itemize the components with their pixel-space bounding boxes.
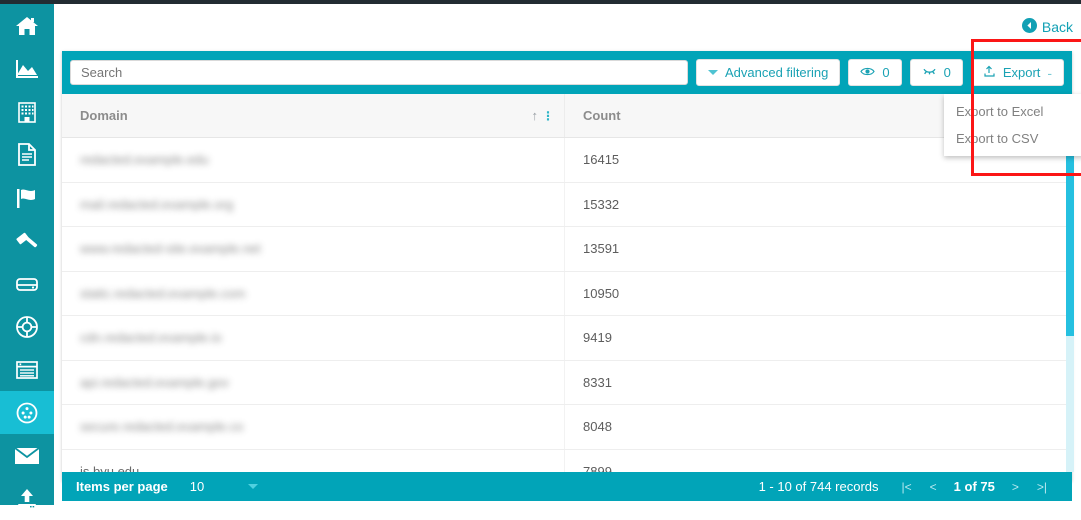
eye-slash-icon — [922, 65, 937, 80]
sidebar-item-home[interactable] — [0, 4, 54, 47]
sidebar-item-building[interactable] — [0, 90, 54, 133]
lifebuoy-icon — [15, 315, 39, 339]
sidebar-item-analytics[interactable] — [0, 47, 54, 90]
sidebar-item-storage[interactable] — [0, 262, 54, 305]
sidebar-item-support[interactable] — [0, 305, 54, 348]
column-domain-controls[interactable]: ↑ ⋮ — [532, 108, 555, 123]
visible-columns-button[interactable]: 0 — [848, 59, 902, 86]
table-row[interactable]: secure.redacted.example.co 8048 — [62, 405, 1072, 450]
search-input[interactable] — [70, 60, 688, 85]
table-row[interactable]: api.redacted.example.gov 8331 — [62, 360, 1072, 405]
upload-icon — [15, 488, 39, 510]
table-body: redacted.example.edu 16415 mail.redacted… — [62, 138, 1072, 481]
hard-drive-icon — [15, 275, 39, 293]
domain-value: static.redacted.example.com — [80, 285, 246, 301]
next-page-button[interactable]: > — [1012, 480, 1019, 494]
cell-count: 10950 — [583, 285, 620, 301]
column-header-count-label: Count — [583, 108, 621, 123]
envelope-icon — [14, 446, 40, 466]
domain-value: mail.redacted.example.org — [80, 196, 234, 212]
main-content: Back Advanced filtering 0 — [54, 4, 1081, 505]
sidebar-item-mail[interactable] — [0, 434, 54, 477]
export-to-excel-item[interactable]: Export to Excel — [944, 98, 1081, 125]
advanced-filtering-label: Advanced filtering — [725, 65, 829, 80]
cell-domain: static.redacted.example.com — [62, 271, 565, 315]
table-row[interactable]: cdn.redacted.example.io 9419 — [62, 316, 1072, 361]
column-menu-icon[interactable]: ⋮ — [542, 109, 554, 123]
sort-asc-arrow-icon[interactable]: ↑ — [532, 108, 539, 123]
cell-count: 8048 — [583, 419, 612, 435]
cell-domain: redacted.example.edu — [62, 138, 565, 182]
cell-domain: www.redacted-site.example.net — [62, 227, 565, 271]
list-panel-icon — [15, 360, 39, 380]
caret-down-icon — [708, 70, 718, 75]
domain-value: cdn.redacted.example.io — [80, 330, 222, 346]
column-header-domain-label: Domain — [80, 108, 128, 123]
items-per-page-label: Items per page — [76, 479, 168, 494]
domain-value: secure.redacted.example.co — [80, 419, 244, 435]
hidden-columns-button[interactable]: 0 — [909, 59, 963, 86]
cell-count: 15332 — [583, 196, 620, 212]
export-to-csv-item[interactable]: Export to CSV — [944, 125, 1081, 152]
export-label: Export — [1002, 65, 1041, 80]
domain-value: api.redacted.example.gov — [80, 374, 229, 390]
cell-count: 9419 — [583, 330, 612, 346]
sidebar-item-documents[interactable] — [0, 133, 54, 176]
sidebar-item-upload[interactable] — [0, 477, 54, 520]
cell-domain: secure.redacted.example.co — [62, 405, 565, 449]
eye-icon — [860, 65, 876, 80]
data-grid-card: Advanced filtering 0 — [62, 51, 1081, 481]
flag-icon — [15, 187, 39, 209]
table-row[interactable]: www.redacted-site.example.net 13591 — [62, 227, 1072, 272]
grid-footer: Items per page 10 1 - 10 of 744 records … — [62, 472, 1072, 501]
visible-columns-count: 0 — [882, 65, 890, 80]
export-dropdown-menu[interactable]: Export to Excel Export to CSV — [944, 94, 1081, 156]
sidebar-item-enforcement[interactable] — [0, 219, 54, 262]
prev-page-button[interactable]: < — [930, 480, 937, 494]
back-link[interactable]: Back — [1021, 18, 1073, 36]
caret-down-icon[interactable] — [248, 484, 259, 489]
advanced-filtering-button[interactable]: Advanced filtering — [696, 59, 841, 86]
table-row[interactable]: redacted.example.edu 16415 — [62, 138, 1072, 183]
hidden-columns-count: 0 — [943, 65, 951, 80]
first-page-button[interactable]: |< — [902, 480, 912, 494]
chart-area-icon — [15, 58, 39, 80]
export-icon — [983, 65, 996, 81]
export-button[interactable]: Export - — [970, 59, 1065, 86]
sidebar-item-flags[interactable] — [0, 176, 54, 219]
cell-count: 13591 — [583, 241, 620, 257]
table-row[interactable]: static.redacted.example.com 10950 — [62, 271, 1072, 316]
gavel-icon — [15, 230, 39, 252]
page-indicator: 1 of 75 — [953, 479, 995, 494]
cell-domain: mail.redacted.example.org — [62, 182, 565, 226]
records-summary: 1 - 10 of 744 records — [758, 479, 879, 494]
caret-down-icon: - — [1047, 64, 1053, 81]
sidebar-item-domains[interactable] — [0, 391, 54, 434]
cell-domain: cdn.redacted.example.io — [62, 316, 565, 360]
sidebar-icon-rail — [0, 4, 54, 508]
pager: 1 - 10 of 744 records |< < 1 of 75 > >| — [759, 479, 1056, 494]
cookie-icon — [15, 401, 39, 425]
cell-domain: api.redacted.example.gov — [62, 360, 565, 404]
back-label: Back — [1041, 19, 1073, 35]
scrollbar-track[interactable] — [1066, 336, 1074, 472]
home-icon — [15, 15, 39, 37]
sidebar-item-lists[interactable] — [0, 348, 54, 391]
table-header-row: Domain ↑ ⋮ Count — [62, 94, 1072, 138]
cell-count: 8331 — [583, 374, 612, 390]
building-icon — [16, 101, 38, 123]
items-per-page-value[interactable]: 10 — [190, 479, 204, 494]
table-row[interactable]: mail.redacted.example.org 15332 — [62, 182, 1072, 227]
document-icon — [17, 143, 37, 166]
column-header-domain[interactable]: Domain ↑ ⋮ — [62, 94, 565, 137]
last-page-button[interactable]: >| — [1037, 480, 1047, 494]
back-circle-arrow-icon — [1021, 18, 1037, 36]
domain-value: www.redacted-site.example.net — [80, 241, 261, 257]
grid-toolbar: Advanced filtering 0 — [62, 51, 1072, 94]
domain-value: redacted.example.edu — [80, 152, 209, 168]
